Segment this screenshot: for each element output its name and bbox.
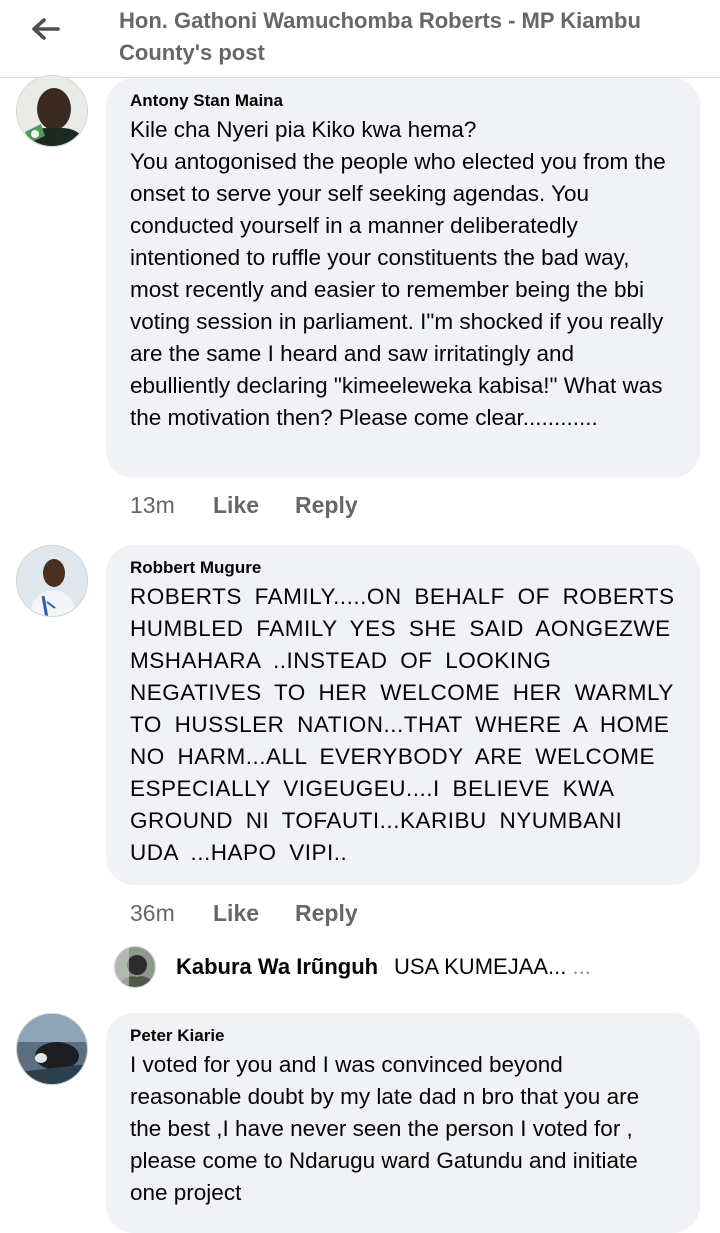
comment-author[interactable]: Antony Stan Maina [130, 90, 676, 114]
comment-time: 13m [130, 492, 175, 518]
avatar[interactable] [114, 946, 156, 988]
comment-bubble: Peter Kiarie I voted for you and I was c… [106, 1013, 700, 1233]
comment-actions: 36m Like Reply [130, 897, 358, 929]
reply-snippet: USA KUMEJAA... [394, 954, 567, 979]
comment-time: 36m [130, 900, 175, 926]
back-arrow-icon[interactable] [28, 14, 62, 44]
comment-text: I voted for you and I was convinced beyo… [130, 1052, 640, 1205]
page-title: Hon. Gathoni Wamuchomba Roberts - MP Kia… [119, 8, 641, 65]
comment-author[interactable]: Peter Kiarie [130, 1025, 676, 1049]
reply-button[interactable]: Reply [295, 489, 358, 521]
avatar[interactable] [16, 1013, 88, 1085]
comment-text: ROBERTS FAMILY.....ON BEHALF OF ROBERTS … [130, 584, 675, 865]
avatar[interactable] [16, 75, 88, 147]
comment-actions: 13m Like Reply [130, 489, 358, 521]
comment-text: Kile cha Nyeri pia Kiko kwa hema? You an… [130, 117, 666, 430]
reply-author[interactable]: Kabura Wa Irũnguh [176, 954, 378, 980]
avatar[interactable] [16, 545, 88, 617]
reply-preview[interactable]: Kabura Wa Irũnguh USA KUMEJAA... ... [114, 946, 714, 990]
reply-button[interactable]: Reply [295, 897, 358, 929]
reply-text: USA KUMEJAA... ... [394, 954, 591, 980]
comment-bubble: Robbert Mugure ROBERTS FAMILY.....ON BEH… [106, 545, 700, 885]
reply-more[interactable]: ... [573, 954, 591, 979]
like-button[interactable]: Like [213, 897, 295, 929]
comment-bubble: Antony Stan Maina Kile cha Nyeri pia Kik… [106, 78, 700, 478]
like-button[interactable]: Like [213, 489, 295, 521]
comment-author[interactable]: Robbert Mugure [130, 557, 676, 581]
post-header: Hon. Gathoni Wamuchomba Roberts - MP Kia… [0, 0, 720, 78]
